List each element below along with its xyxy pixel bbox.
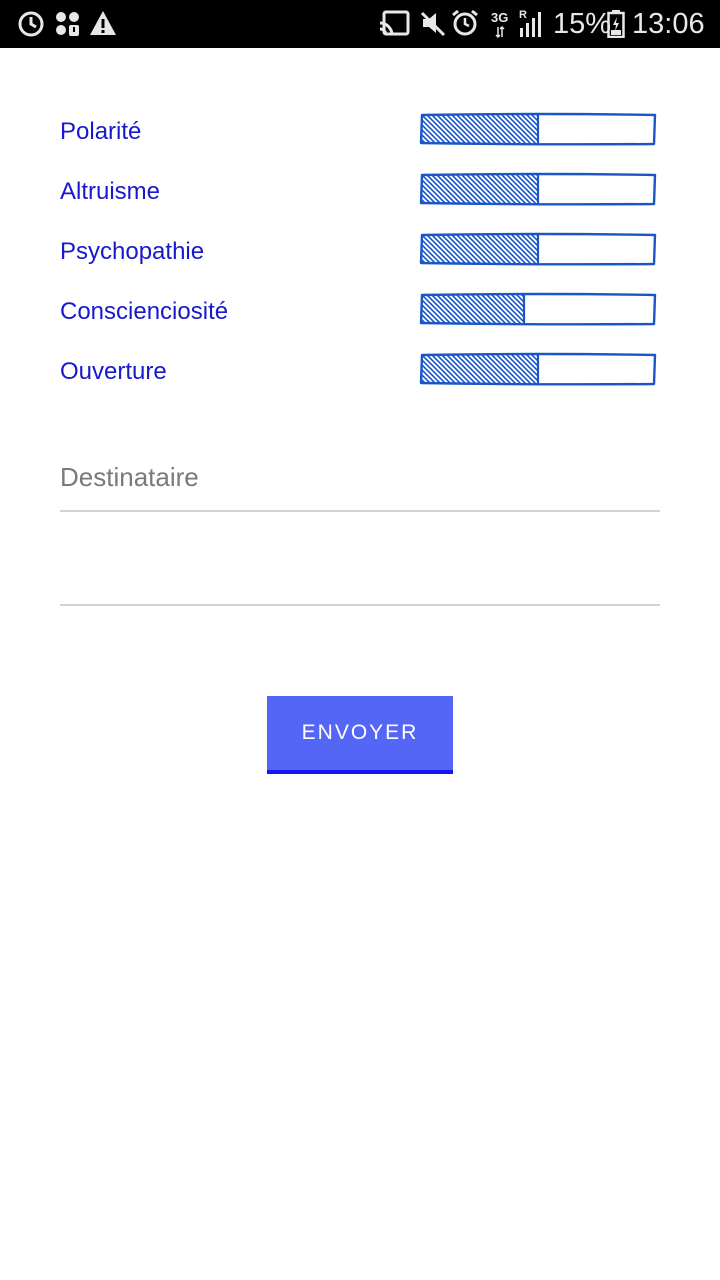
- bar-fill-hatching: [421, 174, 538, 204]
- bar-fill-hatching: [421, 114, 538, 144]
- trait-label: Altruisme: [60, 178, 161, 205]
- signal-icon: [495, 12, 541, 39]
- trait-row-psychopathie: Psychopathie: [0, 232, 720, 297]
- trait-label: Conscienciosité: [60, 298, 229, 325]
- bar-fill-hatching: [421, 354, 538, 384]
- trait-row-conscienciosite: Conscienciosité: [0, 292, 720, 357]
- trait-label: Polarité: [60, 118, 142, 145]
- trait-level-bar: [419, 352, 657, 386]
- trait-label: Psychopathie: [60, 238, 205, 265]
- warning-icon: [90, 11, 116, 35]
- message-input[interactable]: [60, 538, 660, 606]
- trait-row-altruisme: Altruisme: [0, 172, 720, 237]
- alarm-icon: [452, 9, 478, 36]
- send-button[interactable]: ENVOYER: [267, 696, 453, 774]
- trait-row-ouverture: Ouverture: [0, 352, 720, 417]
- status-bar: 3G R 15% 13:06: [0, 0, 720, 48]
- main-content: Polarité Altruisme Psychopathie Conscien…: [0, 48, 720, 1280]
- clock: 13:06: [632, 8, 705, 40]
- trait-level-bar: [419, 112, 657, 146]
- sync-icon: [18, 11, 44, 37]
- bar-fill-hatching: [421, 294, 524, 324]
- trait-level-bar: [419, 172, 657, 206]
- trait-level-bar: [419, 292, 657, 326]
- trait-row-polarite: Polarité: [0, 112, 720, 177]
- recipient-input[interactable]: [60, 444, 660, 512]
- battery-icon: [607, 10, 625, 38]
- trait-label: Ouverture: [60, 358, 167, 385]
- mute-icon: [420, 11, 446, 37]
- bar-fill-hatching: [421, 234, 538, 264]
- grid-badge-icon: [56, 12, 79, 36]
- trait-level-bar: [419, 232, 657, 266]
- battery-percent: 15%: [553, 8, 612, 40]
- cast-icon: [379, 10, 410, 36]
